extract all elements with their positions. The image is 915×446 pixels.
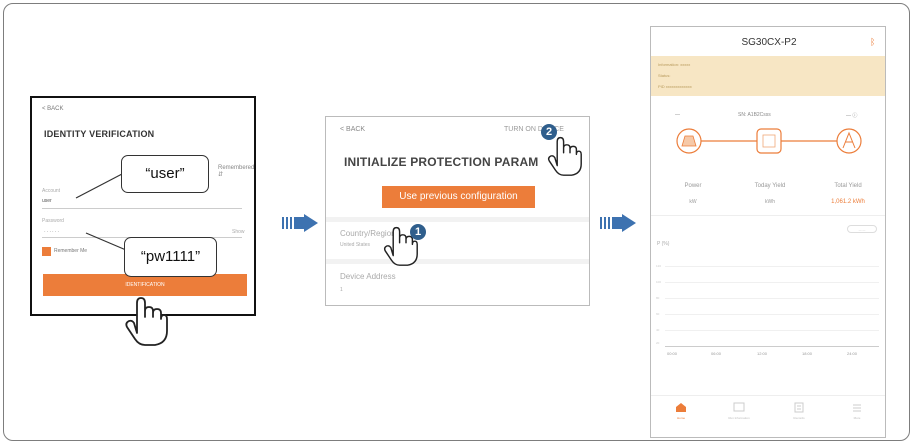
more-icon (853, 404, 861, 412)
nav-label: Records (793, 416, 805, 420)
stat-value: kW (689, 199, 697, 205)
use-previous-config-button[interactable]: Use previous configuration (382, 186, 535, 208)
y-tick: 120 (656, 264, 662, 268)
chart-toggle[interactable]: — — (847, 225, 877, 233)
gridline (665, 266, 879, 267)
y-tick: 40 (656, 328, 660, 332)
gridline (665, 298, 879, 299)
stat-total-yield: Total Yield 1,061.2 kWh (813, 183, 883, 205)
flow-arrow-icon-1 (282, 214, 318, 232)
banner-line: PID xxxxxxxxxxxxx (658, 84, 692, 89)
nav-item-run-information[interactable]: Run Information (719, 402, 759, 420)
run-info-icon (733, 402, 745, 412)
y-tick: 100 (656, 280, 662, 284)
nav-label: More (853, 416, 861, 420)
stat-value: kWh (765, 199, 775, 205)
device-name: SG30CX-P2 (741, 37, 797, 48)
back-link[interactable]: < BACK (340, 126, 365, 133)
nav-item-more[interactable]: More (837, 402, 877, 420)
home-screen: SG30CX-P2 ᛒ Information: xxxxx Status: P… (650, 26, 886, 438)
y-tick: 80 (656, 296, 660, 300)
banner-line: Status: (658, 73, 671, 78)
nav-label: Home (676, 416, 685, 420)
section-divider (326, 217, 589, 222)
page-title: INITIALIZE PROTECTION PARAM (344, 155, 539, 169)
stat-today-yield: Today Yield kWh (735, 183, 805, 205)
x-tick: 18:00 (802, 351, 813, 356)
y-tick: 20 (656, 341, 660, 345)
x-tick: 12:00 (757, 351, 768, 356)
section-divider (326, 259, 589, 264)
stat-value: 1,061.2 kWh (831, 199, 865, 205)
x-tick: 00:00 (667, 351, 678, 356)
gridline (665, 314, 879, 315)
country-region-value: United States (340, 242, 371, 248)
device-address-value: 1 (340, 287, 343, 293)
tap-hand-icon (125, 297, 168, 346)
info-banner: Information: xxxxx Status: PID xxxxxxxxx… (651, 56, 885, 96)
step-badge-2: 2 (541, 124, 557, 140)
home-icon (676, 403, 686, 412)
gridline (665, 282, 879, 283)
section-divider (651, 215, 885, 216)
stat-label: Today Yield (754, 183, 786, 189)
energy-flow-diagram (676, 128, 862, 154)
stat-power: Power kW (658, 183, 728, 205)
x-axis (665, 346, 879, 347)
records-icon (794, 402, 804, 413)
x-tick: 24:00 (847, 351, 858, 356)
step-badge-1: 1 (410, 224, 426, 240)
x-tick: 06:00 (711, 351, 722, 356)
stat-label: Total Yield (834, 183, 862, 189)
flow-arrow-icon-2 (600, 214, 636, 232)
banner-line: Information: xxxxx (658, 62, 691, 67)
device-address-label[interactable]: Device Address (340, 272, 396, 281)
bluetooth-icon[interactable]: ᛒ (870, 37, 875, 47)
chart-unit-label: P (%) (657, 241, 670, 247)
nav-label: Run Information (728, 416, 750, 420)
callout-user: “user” (121, 155, 209, 193)
nav-item-home[interactable]: Home (661, 402, 701, 420)
bottom-nav: Home Run Information Records More (651, 395, 885, 437)
callout-password: “pw1111” (124, 237, 217, 277)
y-tick: 60 (656, 312, 660, 316)
stat-label: Power (684, 183, 702, 189)
nav-item-records[interactable]: Records (779, 402, 819, 420)
gridline (665, 330, 879, 331)
inverter-icon (756, 128, 782, 154)
